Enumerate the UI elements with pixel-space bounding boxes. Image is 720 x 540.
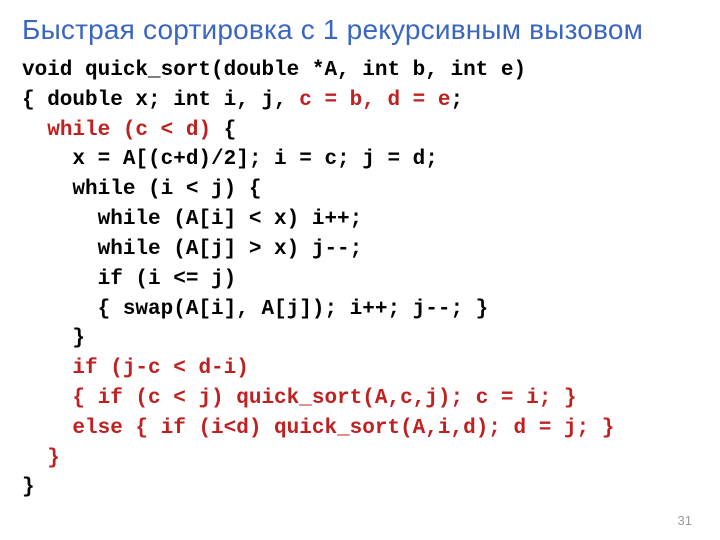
code-line-9: { swap(A[i], A[j]); i++; j--; } bbox=[22, 298, 488, 321]
code-line-7: while (A[j] > x) j--; bbox=[22, 238, 362, 261]
code-line-6: while (A[i] < x) i++; bbox=[22, 208, 362, 231]
code-line-1: void quick_sort(double *A, int b, int e) bbox=[22, 59, 526, 82]
code-line-10: } bbox=[22, 327, 85, 350]
code-block: void quick_sort(double *A, int b, int e)… bbox=[22, 56, 698, 503]
code-line-2b: c = b, d = e bbox=[299, 89, 450, 112]
code-line-12b: { if (c < j) quick_sort(A,c,j); c = i; } bbox=[72, 387, 576, 410]
code-line-15: } bbox=[22, 476, 35, 499]
code-line-11a bbox=[22, 357, 72, 380]
code-line-12a bbox=[22, 387, 72, 410]
code-line-14b: } bbox=[47, 447, 60, 470]
slide: Быстрая сортировка с 1 рекурсивным вызов… bbox=[0, 0, 720, 540]
code-line-8: if (i <= j) bbox=[22, 268, 236, 291]
code-line-11b: if (j-c < d-i) bbox=[72, 357, 248, 380]
page-number: 31 bbox=[678, 513, 692, 528]
code-line-3a bbox=[22, 119, 47, 142]
code-line-5: while (i < j) { bbox=[22, 178, 261, 201]
code-line-3b: while (c < d) bbox=[47, 119, 211, 142]
code-line-14a bbox=[22, 447, 47, 470]
code-line-13a bbox=[22, 417, 72, 440]
code-line-4: x = A[(c+d)/2]; i = c; j = d; bbox=[22, 148, 438, 171]
code-line-2c: ; bbox=[450, 89, 463, 112]
code-line-2a: { double x; int i, j, bbox=[22, 89, 299, 112]
code-line-3c: { bbox=[211, 119, 236, 142]
slide-title: Быстрая сортировка с 1 рекурсивным вызов… bbox=[22, 14, 698, 46]
code-line-13b: else { if (i<d) quick_sort(A,i,d); d = j… bbox=[72, 417, 614, 440]
